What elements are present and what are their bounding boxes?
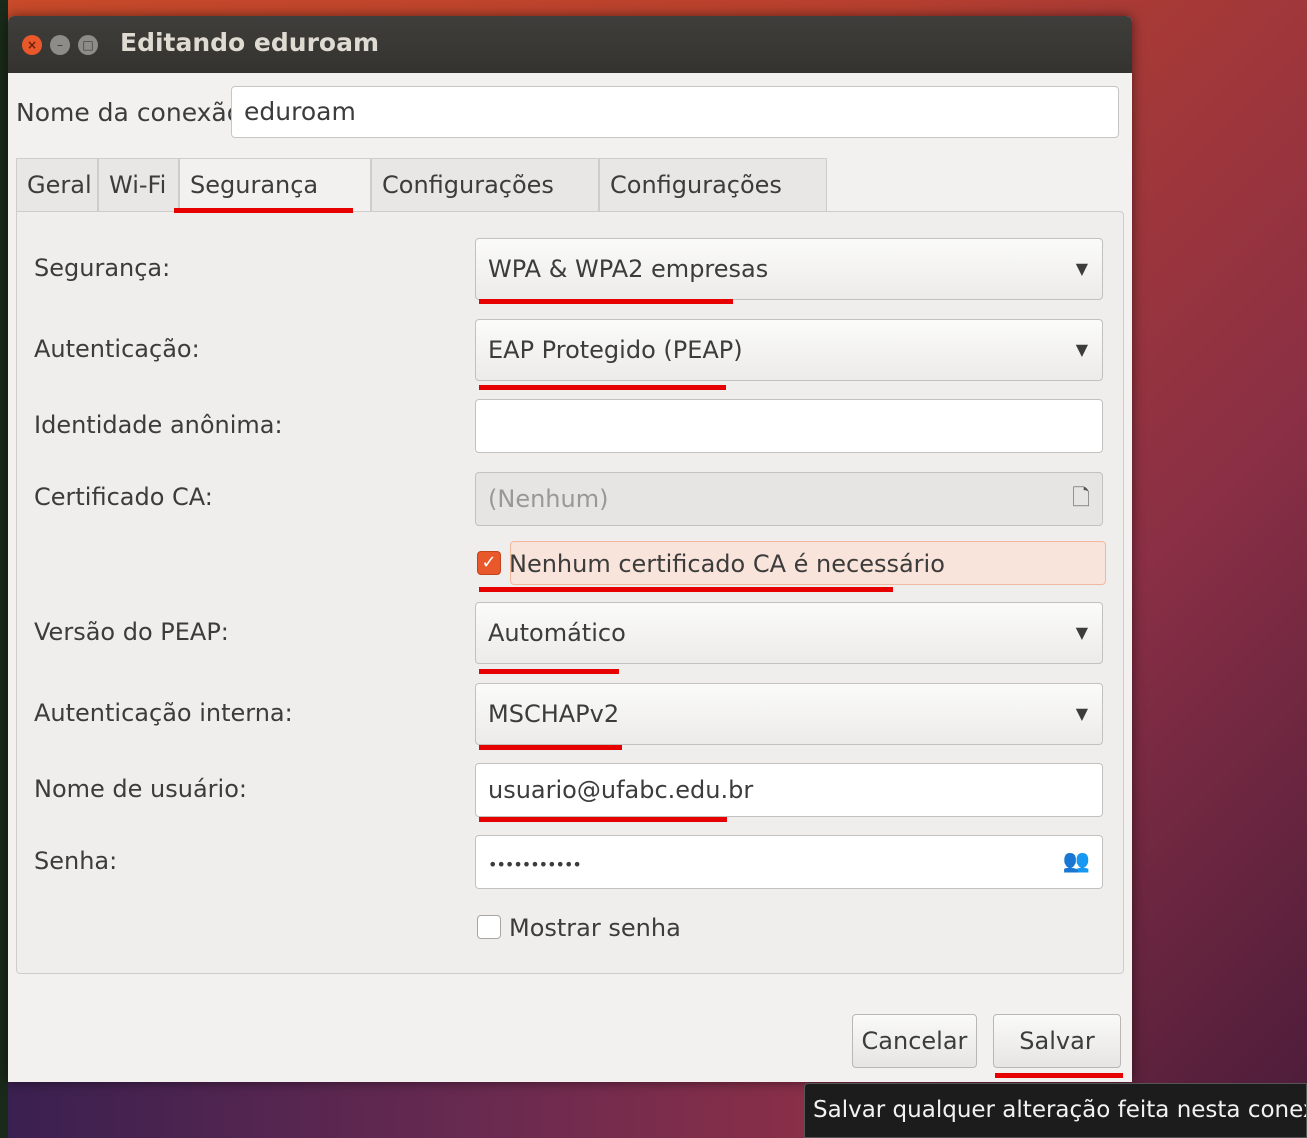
connection-name-label: Nome da conexão: (16, 98, 251, 127)
save-button[interactable]: Salvar (993, 1014, 1121, 1068)
annotation-underline (479, 745, 622, 750)
anonymous-identity-input[interactable] (475, 399, 1103, 453)
chevron-down-icon: ▼ (1075, 704, 1088, 723)
inner-authentication-label: Autenticação interna: (34, 699, 293, 727)
tab-bar: Geral Wi-Fi Segurança Wi-Fi Configuraçõe… (16, 158, 1126, 251)
annotation-underline (995, 1073, 1123, 1078)
show-password-label[interactable]: Mostrar senha (509, 907, 681, 949)
username-input[interactable]: usuario@ufabc.edu.br (475, 763, 1103, 817)
ca-certificate-chooser[interactable]: (Nenhum) 🗋 (475, 472, 1103, 526)
username-label: Nome de usuário: (34, 775, 247, 803)
connection-editor-window: × – □ Editando eduroam Nome da conexão: … (8, 16, 1132, 1082)
peap-version-dropdown[interactable]: Automático ▼ (475, 602, 1103, 664)
desktop-background (8, 1082, 808, 1138)
password-input[interactable]: ••••••••••• 👥 (475, 835, 1103, 889)
annotation-underline (479, 669, 619, 674)
save-tooltip: Salvar qualquer alteração feita nesta co… (804, 1083, 1307, 1138)
desktop-left-edge (0, 0, 8, 1138)
no-ca-required-checkbox[interactable]: ✓ (477, 551, 501, 575)
window-title: Editando eduroam (120, 28, 380, 57)
annotation-underline (479, 299, 733, 304)
anonymous-identity-label: Identidade anônima: (34, 411, 283, 439)
chevron-down-icon: ▼ (1075, 340, 1088, 359)
inner-authentication-value: MSCHAPv2 (488, 700, 620, 728)
close-window-icon[interactable]: × (22, 35, 42, 55)
peap-version-label: Versão do PEAP: (34, 618, 229, 646)
tab-ipv4-settings[interactable]: Configurações IPv4 (371, 158, 599, 251)
password-value: ••••••••••• (488, 855, 582, 874)
password-label: Senha: (34, 847, 118, 875)
peap-version-value: Automático (488, 619, 626, 647)
security-label: Segurança: (34, 254, 171, 282)
title-bar[interactable]: × – □ Editando eduroam (8, 16, 1132, 73)
show-password-checkbox[interactable] (477, 915, 501, 939)
security-dropdown[interactable]: WPA & WPA2 empresas ▼ (475, 238, 1103, 300)
chevron-down-icon: ▼ (1075, 623, 1088, 642)
maximize-window-icon[interactable]: □ (78, 35, 98, 55)
tab-wifi-security[interactable]: Segurança Wi-Fi (179, 158, 371, 251)
authentication-value: EAP Protegido (PEAP) (488, 336, 743, 364)
inner-authentication-dropdown[interactable]: MSCHAPv2 ▼ (475, 683, 1103, 745)
annotation-underline (479, 385, 726, 390)
users-icon[interactable]: 👥 (1063, 836, 1090, 888)
tab-geral[interactable]: Geral (16, 158, 98, 211)
ca-certificate-label: Certificado CA: (34, 483, 213, 511)
tab-ipv6-settings[interactable]: Configurações IPv6 (599, 158, 827, 251)
tab-wifi[interactable]: Wi-Fi (98, 158, 179, 211)
annotation-underline (174, 208, 353, 213)
cancel-button[interactable]: Cancelar (852, 1014, 977, 1068)
chevron-down-icon: ▼ (1075, 259, 1088, 278)
document-icon[interactable]: 🗋 (1072, 473, 1090, 525)
connection-name-input[interactable]: eduroam (231, 86, 1119, 138)
authentication-dropdown[interactable]: EAP Protegido (PEAP) ▼ (475, 319, 1103, 381)
security-value: WPA & WPA2 empresas (488, 255, 769, 283)
annotation-underline (479, 587, 893, 592)
no-ca-required-label[interactable]: Nenhum certificado CA é necessário (509, 543, 945, 585)
authentication-label: Autenticação: (34, 335, 200, 363)
annotation-underline (479, 817, 727, 822)
minimize-window-icon[interactable]: – (50, 35, 70, 55)
ca-certificate-value: (Nenhum) (488, 485, 609, 513)
